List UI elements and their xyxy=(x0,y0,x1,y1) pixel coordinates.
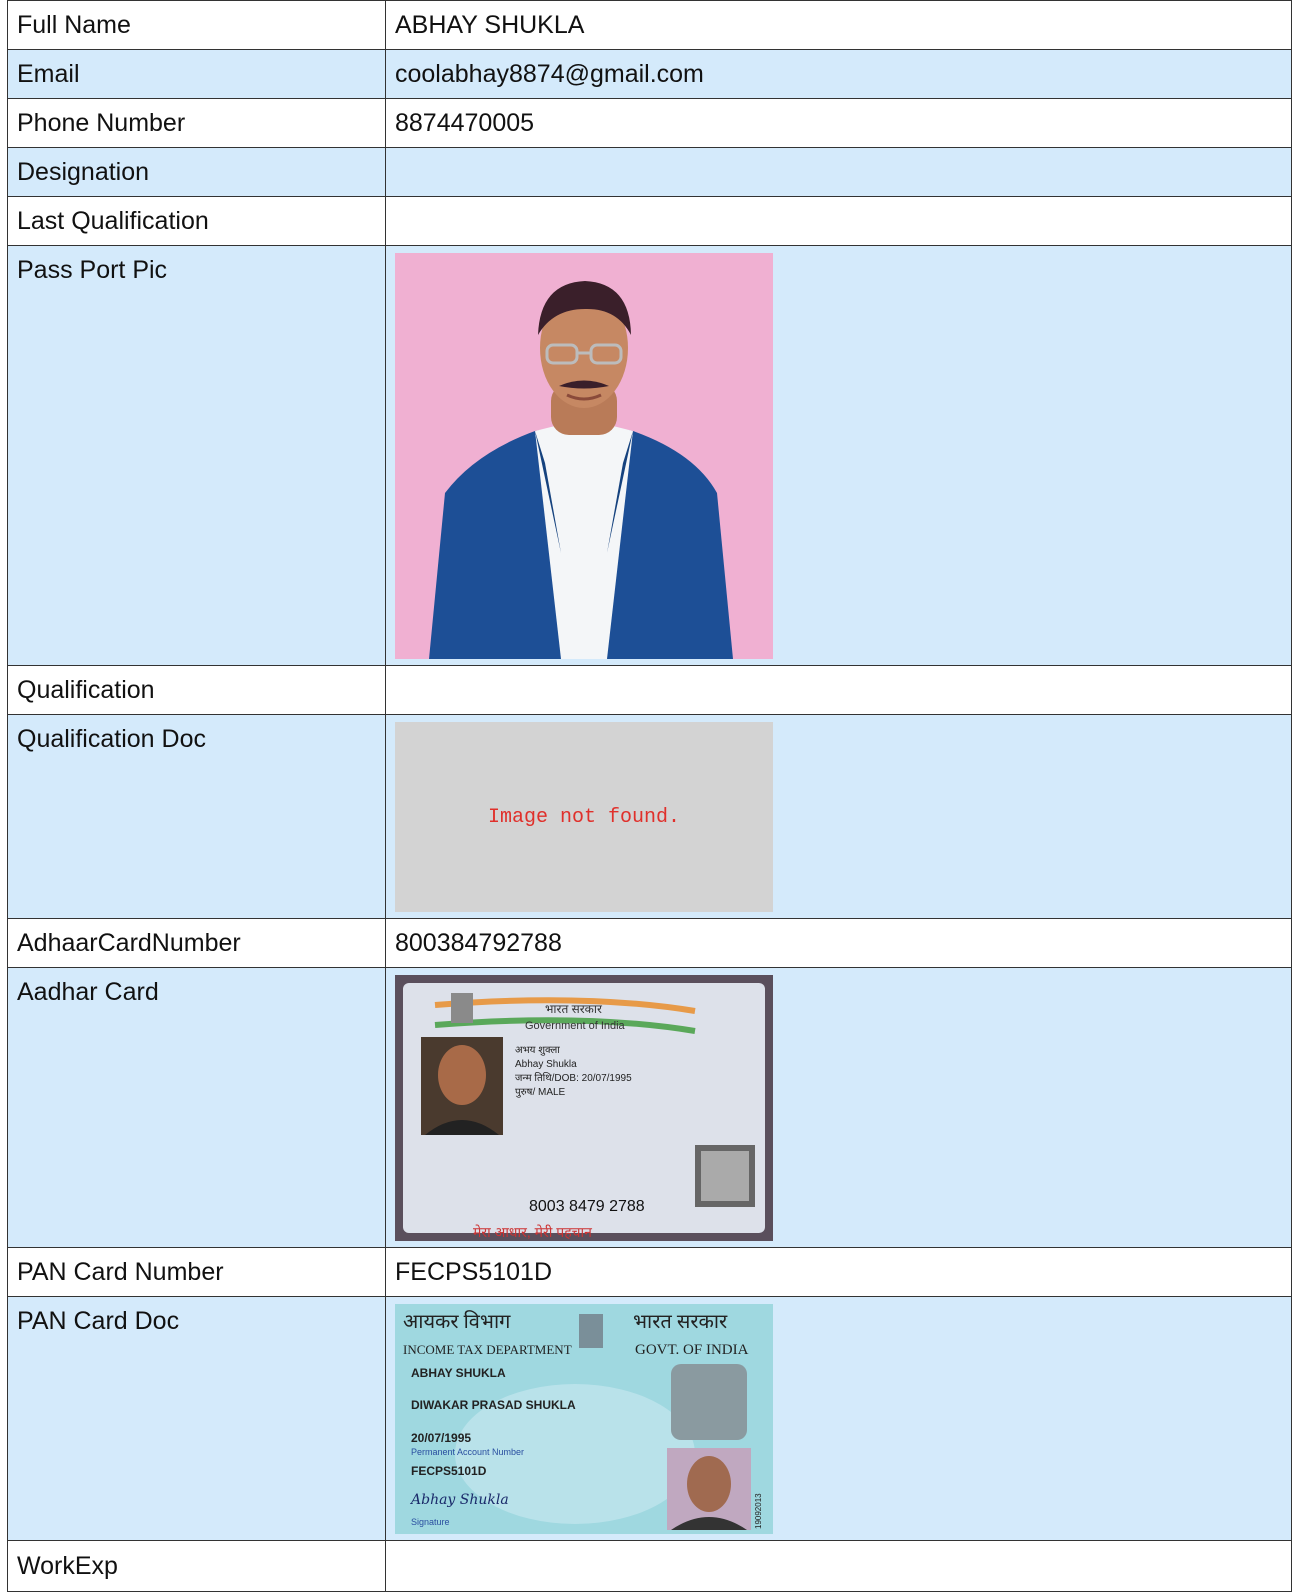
field-value: FECPS5101D xyxy=(385,1247,1292,1297)
aadhar-dob: जन्म तिथि/DOB: 20/07/1995 xyxy=(515,1072,632,1084)
pan-card-image: आयकर विभाग भारत सरकार INCOME TAX DEPARTM… xyxy=(395,1304,773,1534)
row-passport-pic: Pass Port Pic xyxy=(7,245,1292,666)
pan-signature-label: Signature xyxy=(411,1517,450,1527)
pan-father-name: DIWAKAR PRASAD SHUKLA xyxy=(411,1398,576,1412)
field-label: WorkExp xyxy=(7,1540,386,1592)
row-pan-number: PAN Card Number FECPS5101D xyxy=(7,1247,1292,1297)
field-value: ABHAY SHUKLA xyxy=(385,0,1292,50)
aadhar-card-photo: भारत सरकार Government of India अभय शुक्ल… xyxy=(395,975,773,1241)
field-label: PAN Card Number xyxy=(7,1247,386,1297)
pan-card-photo: आयकर विभाग भारत सरकार INCOME TAX DEPARTM… xyxy=(395,1304,773,1534)
profile-table: Full Name ABHAY SHUKLA Email coolabhay88… xyxy=(7,0,1292,1592)
pan-dob: 20/07/1995 xyxy=(411,1431,471,1445)
field-label: Full Name xyxy=(7,0,386,50)
field-value: 8874470005 xyxy=(385,98,1292,148)
field-value: 800384792788 xyxy=(385,918,1292,968)
pan-gov: GOVT. OF INDIA xyxy=(635,1342,749,1358)
field-label: AdhaarCardNumber xyxy=(7,918,386,968)
field-label: Phone Number xyxy=(7,98,386,148)
aadhar-hindi-gov: भारत सरकार xyxy=(545,1002,603,1016)
aadhar-gender: पुरुष/ MALE xyxy=(515,1087,566,1098)
row-email: Email coolabhay8874@gmail.com xyxy=(7,49,1292,99)
row-designation: Designation xyxy=(7,147,1292,197)
field-label: Email xyxy=(7,49,386,99)
field-label: Last Qualification xyxy=(7,196,386,246)
field-label: PAN Card Doc xyxy=(17,1307,180,1335)
pan-dept: INCOME TAX DEPARTMENT xyxy=(403,1342,572,1357)
image-error-text: Image not found. xyxy=(487,805,681,829)
pan-gov-hindi: भारत सरकार xyxy=(633,1311,728,1333)
row-qualification-doc: Qualification Doc Image not found. xyxy=(7,714,1292,919)
broken-image-placeholder: Image not found. xyxy=(395,722,773,912)
row-pan-card-doc: PAN Card Doc आयकर विभाग भारत सरकार INCOM… xyxy=(7,1296,1292,1541)
aadhar-name-hindi: अभय शुक्ला xyxy=(515,1045,560,1056)
field-value: coolabhay8874@gmail.com xyxy=(385,49,1292,99)
row-aadhar-card: Aadhar Card भारत सरकार Government of Ind… xyxy=(7,967,1292,1248)
pan-holder-name: ABHAY SHUKLA xyxy=(411,1366,506,1380)
field-value xyxy=(385,196,1292,246)
row-last-qualification: Last Qualification xyxy=(7,196,1292,246)
person-portrait-image xyxy=(395,253,773,659)
aadhar-number: 8003 8479 2788 xyxy=(529,1198,645,1215)
pan-signature: Abhay Shukla xyxy=(409,1492,509,1508)
emblem-icon xyxy=(579,1314,603,1348)
pan-dept-hindi: आयकर विभाग xyxy=(403,1310,511,1333)
emblem-icon xyxy=(451,993,473,1023)
row-work-exp: WorkExp xyxy=(7,1540,1292,1592)
aadhar-tagline: मेरा आधार, मेरी पहचान xyxy=(473,1224,592,1240)
passport-photo xyxy=(395,253,773,659)
row-phone-number: Phone Number 8874470005 xyxy=(7,98,1292,148)
pan-serial: 19092013 xyxy=(754,1493,763,1529)
field-label: Qualification xyxy=(7,665,386,715)
aadhar-name: Abhay Shukla xyxy=(515,1059,577,1070)
pan-number: FECPS5101D xyxy=(411,1464,487,1478)
row-aadhaar-number: AdhaarCardNumber 800384792788 xyxy=(7,918,1292,968)
pan-number-label: Permanent Account Number xyxy=(411,1447,524,1457)
field-label: Aadhar Card xyxy=(17,978,159,1006)
aadhar-gov: Government of India xyxy=(525,1020,626,1032)
row-qualification: Qualification xyxy=(7,665,1292,715)
field-label: Designation xyxy=(7,147,386,197)
field-value xyxy=(385,1540,1292,1592)
field-value xyxy=(385,665,1292,715)
row-full-name: Full Name ABHAY SHUKLA xyxy=(7,0,1292,50)
field-label: Qualification Doc xyxy=(17,725,206,753)
field-value xyxy=(385,147,1292,197)
field-label: Pass Port Pic xyxy=(17,256,168,284)
hologram-icon xyxy=(671,1364,747,1440)
aadhar-card-image: भारत सरकार Government of India अभय शुक्ल… xyxy=(395,975,773,1241)
